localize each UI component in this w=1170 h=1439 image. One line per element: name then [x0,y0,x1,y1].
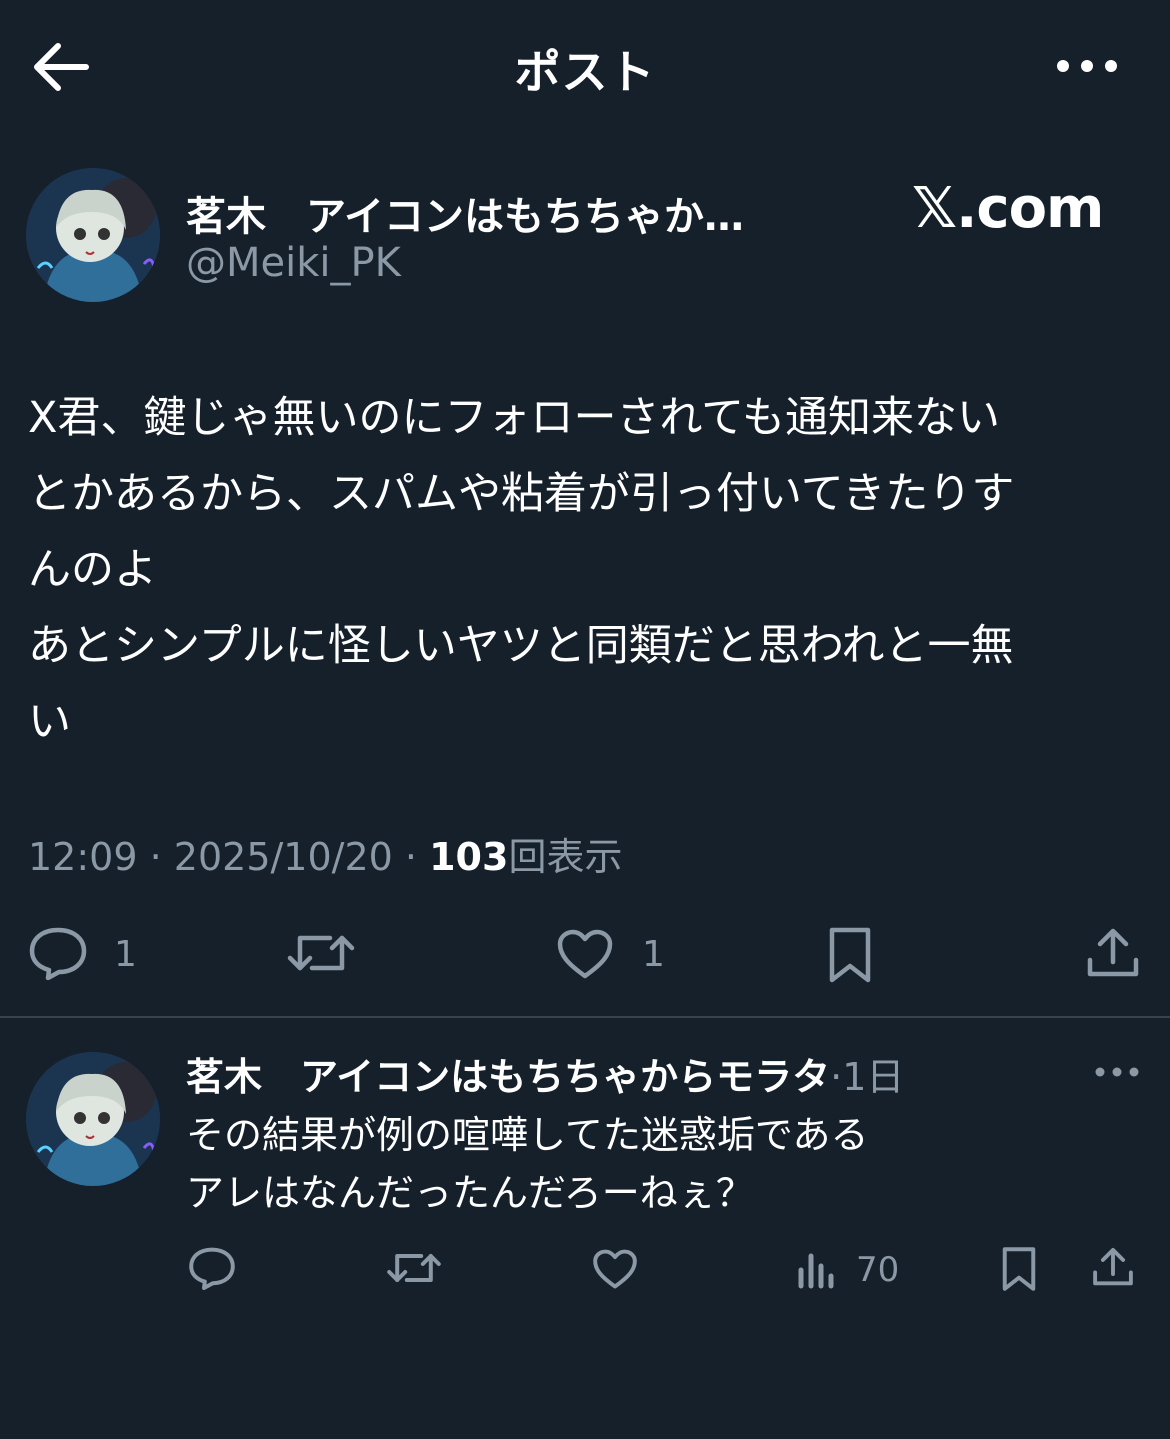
separator: · [149,835,162,879]
post-date: 2025/10/20 [173,835,393,879]
post-text-line: とかあるから、スパムや粘着が引っ付いてきたりす [28,469,1015,519]
views-count: 70 [856,1250,900,1290]
like-count: 1 [642,934,665,975]
bookmark-button[interactable] [826,926,874,984]
post-text-line: X君、鍵じゃ無いのにフォローされても通知来ない [28,393,1001,443]
reply-time: ·1日 [830,1055,905,1099]
reply-text: その結果が例の喧嘩してた迷惑垢である アレはなんだったんだろーねぇ？ [186,1106,868,1222]
share-button[interactable] [1086,926,1140,980]
author-handle[interactable]: @Meiki_PK [186,240,401,286]
page-title: ポスト [514,45,656,99]
reply-count: 1 [114,934,137,975]
views-count: 103 [429,835,509,879]
post-time: 12:09 [28,835,138,879]
share-button[interactable] [1092,1246,1134,1288]
separator: · [404,835,418,879]
more-options-icon[interactable] [1052,46,1122,86]
post-text: X君、鍵じゃ無いのにフォローされても通知来ない とかあるから、スパムや粘着が引っ… [28,380,1148,760]
post-text-line: んのよ [28,545,157,595]
watermark: 𝕏.com [912,176,1104,241]
reply-text-line: その結果が例の喧嘩してた迷惑垢である [186,1113,869,1157]
post-text-line: あとシンプルに怪しいヤツと同類だと思われと一無 [28,621,1014,671]
views-label: 回表示 [508,835,623,879]
post-text-line: い [28,697,71,747]
repost-button[interactable] [286,928,356,978]
avatar[interactable] [26,1052,160,1186]
reply-button[interactable] [28,926,88,980]
repost-button[interactable] [386,1248,442,1288]
reply-author: 茗木 アイコンはもちちゃからモラタ·1日 [186,1046,904,1101]
author-name[interactable]: 茗木 アイコンはもちちゃか… [186,184,744,242]
like-button[interactable] [556,928,614,980]
reply-author-name[interactable]: 茗木 アイコンはもちちゃからモラタ [186,1055,830,1099]
post-meta: 12:09 · 2025/10/20 · 103回表示 [28,826,622,881]
divider [0,1016,1170,1018]
avatar[interactable] [26,168,160,302]
more-options-icon[interactable] [1092,1060,1142,1084]
reply-text-line: アレはなんだったんだろーねぇ？ [186,1171,754,1215]
reply-button[interactable] [188,1246,236,1290]
like-button[interactable] [592,1248,638,1290]
analytics-icon[interactable] [796,1250,836,1290]
bookmark-button[interactable] [1000,1246,1038,1292]
